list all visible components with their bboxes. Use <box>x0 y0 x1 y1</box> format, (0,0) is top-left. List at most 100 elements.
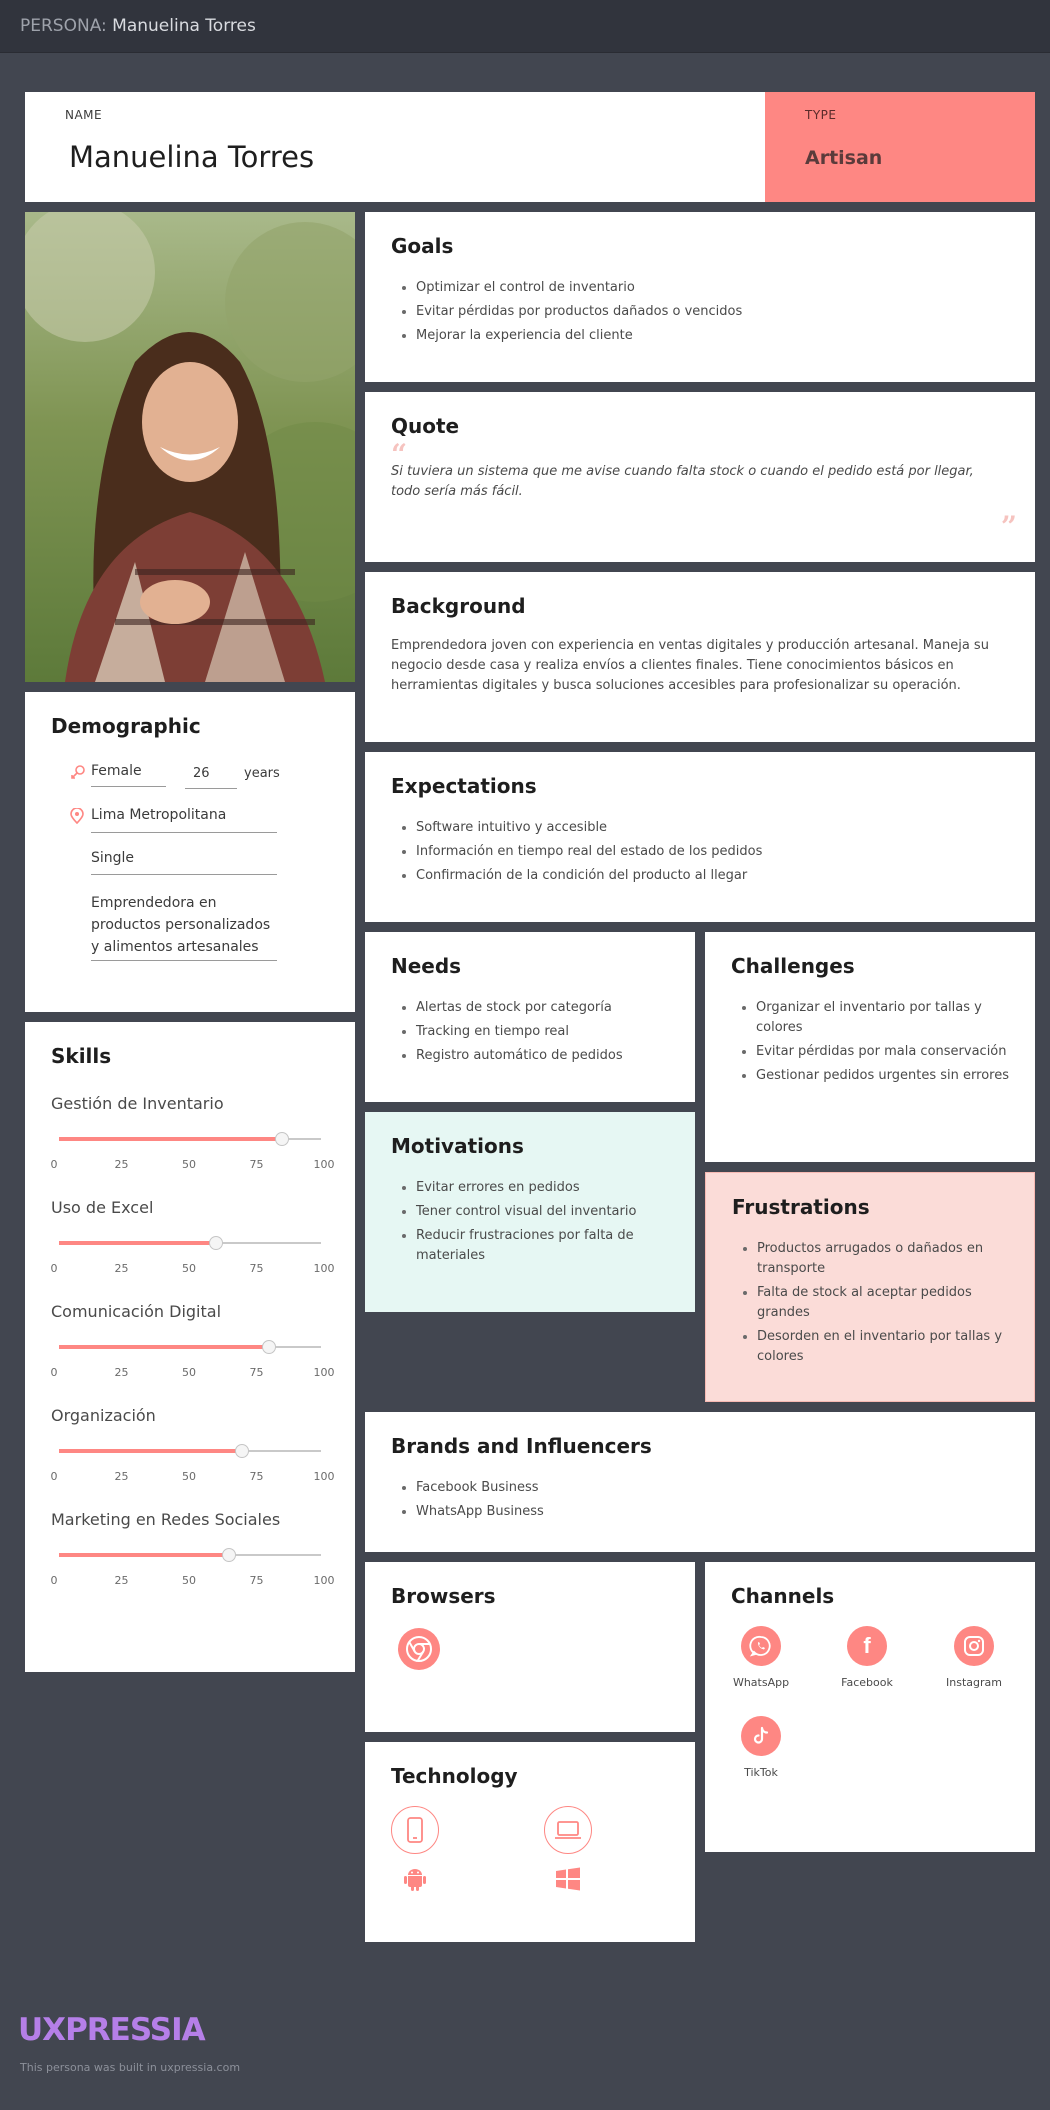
list-item: Gestionar pedidos urgentes sin errores <box>756 1066 1009 1086</box>
top-bar: PERSONA: Manuelina Torres <box>0 0 1050 53</box>
skill-name: Comunicación Digital <box>51 1302 222 1321</box>
skill-slider[interactable] <box>59 1132 321 1146</box>
skills-card: Skills Gestión de Inventario 0 25 50 75 100 Us… <box>25 1022 355 1672</box>
skill-tick-label: 100 <box>313 1366 335 1379</box>
challenges-list: Organizar el inventario por tallas y col… <box>731 998 1009 1090</box>
android-icon <box>404 1869 426 1891</box>
gender-value: Female <box>91 763 142 779</box>
type-label: TYPE <box>805 108 837 122</box>
skill-name: Marketing en Redes Sociales <box>51 1510 281 1529</box>
browsers-title: Browsers <box>391 1584 496 1608</box>
demographic-title: Demographic <box>51 714 201 738</box>
footer-note: This persona was built in uxpressia.com <box>20 2061 241 2074</box>
channel-label-tiktok: TikTok <box>744 1766 778 1779</box>
skill-tick-label: 50 <box>182 1366 196 1379</box>
skill-tick-label: 75 <box>249 1574 264 1587</box>
quote-close-mark: ” <box>1000 510 1017 543</box>
skill-tick-label: 25 <box>114 1470 129 1483</box>
skill-slider-fill <box>59 1241 217 1245</box>
skill-tick-label: 100 <box>313 1158 335 1171</box>
demographic-card: Demographic Female 26 years Lima Metropo… <box>25 692 355 1012</box>
brands-card: Brands and Influencers Facebook Business… <box>365 1412 1035 1552</box>
skill-tick-label: 0 <box>50 1574 58 1587</box>
skill-tick-label: 50 <box>182 1470 196 1483</box>
list-item: Falta de stock al aceptar pedidos grande… <box>757 1283 1008 1323</box>
facebook-icon[interactable]: f <box>847 1626 887 1666</box>
skill-slider[interactable] <box>59 1340 321 1354</box>
skill-tick-label: 75 <box>249 1262 264 1275</box>
uxpressia-logo[interactable]: UXPRESSIA <box>18 2012 206 2048</box>
list-item: Tener control visual del inventario <box>416 1202 669 1222</box>
background-card: Background Emprendedora joven con experi… <box>365 572 1035 742</box>
skill-tick-label: 100 <box>313 1262 335 1275</box>
occupation-value: Emprendedora en productos personalizados… <box>91 895 271 955</box>
location-pin-icon <box>70 808 84 824</box>
skill-name: Organización <box>51 1406 156 1425</box>
skill-tick-label: 0 <box>50 1366 58 1379</box>
needs-title: Needs <box>391 954 462 978</box>
list-item: Registro automático de pedidos <box>416 1046 669 1066</box>
skill-tick-label: 50 <box>182 1262 196 1275</box>
list-item: Facebook Business <box>416 1478 1009 1498</box>
list-item: WhatsApp Business <box>416 1502 1009 1522</box>
skill-slider[interactable] <box>59 1444 321 1458</box>
brands-title: Brands and Influencers <box>391 1434 652 1458</box>
persona-photo <box>25 212 355 682</box>
frustrations-card: Frustrations Productos arrugados o dañad… <box>705 1172 1035 1402</box>
skill-slider-fill <box>59 1553 230 1557</box>
list-item: Organizar el inventario por tallas y col… <box>756 998 1009 1038</box>
name-label: NAME <box>65 108 103 122</box>
list-item: Optimizar el control de inventario <box>416 278 1009 298</box>
tiktok-icon[interactable] <box>741 1716 781 1756</box>
instagram-icon[interactable] <box>954 1626 994 1666</box>
mobile-icon <box>391 1806 439 1854</box>
skill-tick-label: 50 <box>182 1158 196 1171</box>
skill-slider-knob[interactable] <box>261 1340 276 1354</box>
skill-tick-label: 25 <box>114 1158 129 1171</box>
skill-slider[interactable] <box>59 1236 321 1250</box>
chrome-icon <box>398 1628 440 1670</box>
windows-icon <box>556 1867 580 1891</box>
persona-title: Manuelina Torres <box>112 16 256 36</box>
expectations-card: Expectations Software intuitivo y accesi… <box>365 752 1035 922</box>
whatsapp-icon[interactable] <box>741 1626 781 1666</box>
list-item: Mejorar la experiencia del cliente <box>416 326 1009 346</box>
expectations-title: Expectations <box>391 774 537 798</box>
skill-slider-knob[interactable] <box>274 1132 289 1146</box>
technology-title: Technology <box>391 1764 518 1788</box>
channels-card: Channels WhatsApp f Facebook Instagram T… <box>705 1562 1035 1852</box>
quote-text: Si tuviera un sistema que me avise cuand… <box>391 464 974 499</box>
skill-slider-knob[interactable] <box>222 1548 237 1562</box>
skill-slider-knob[interactable] <box>235 1444 250 1458</box>
skill-slider-knob[interactable] <box>209 1236 224 1250</box>
background-title: Background <box>391 594 526 618</box>
persona-type: Artisan <box>805 147 883 169</box>
skill-tick-label: 75 <box>249 1158 264 1171</box>
status-value: Single <box>91 850 135 866</box>
list-item: Alertas de stock por categoría <box>416 998 669 1018</box>
skill-tick-label: 25 <box>114 1366 129 1379</box>
channels-title: Channels <box>731 1584 835 1608</box>
frustrations-title: Frustrations <box>732 1195 870 1219</box>
list-item: Desorden en el inventario por tallas y c… <box>757 1327 1008 1367</box>
browsers-card: Browsers <box>365 1562 695 1732</box>
age-value: 26 <box>193 766 210 781</box>
list-item: Reducir frustraciones por falta de mater… <box>416 1226 669 1266</box>
persona-name: Manuelina Torres <box>69 140 315 174</box>
skill-slider[interactable] <box>59 1548 321 1562</box>
list-item: Información en tiempo real del estado de… <box>416 842 1009 862</box>
persona-prefix: PERSONA: <box>20 16 107 36</box>
list-item: Productos arrugados o dañados en transpo… <box>757 1239 1008 1279</box>
skill-tick-label: 100 <box>313 1574 335 1587</box>
list-item: Tracking en tiempo real <box>416 1022 669 1042</box>
gender-icon <box>71 765 85 779</box>
goals-title: Goals <box>391 234 454 258</box>
expectations-list: Software intuitivo y accesible Informaci… <box>391 818 1009 890</box>
needs-card: Needs Alertas de stock por categoría Tra… <box>365 932 695 1102</box>
technology-card: Technology <box>365 1742 695 1942</box>
skill-tick-label: 0 <box>50 1158 58 1171</box>
age-unit: years <box>244 766 280 781</box>
skill-name: Uso de Excel <box>51 1198 154 1217</box>
skill-tick-label: 100 <box>313 1470 335 1483</box>
quote-card: Quote “ Si tuviera un sistema que me avi… <box>365 392 1035 562</box>
